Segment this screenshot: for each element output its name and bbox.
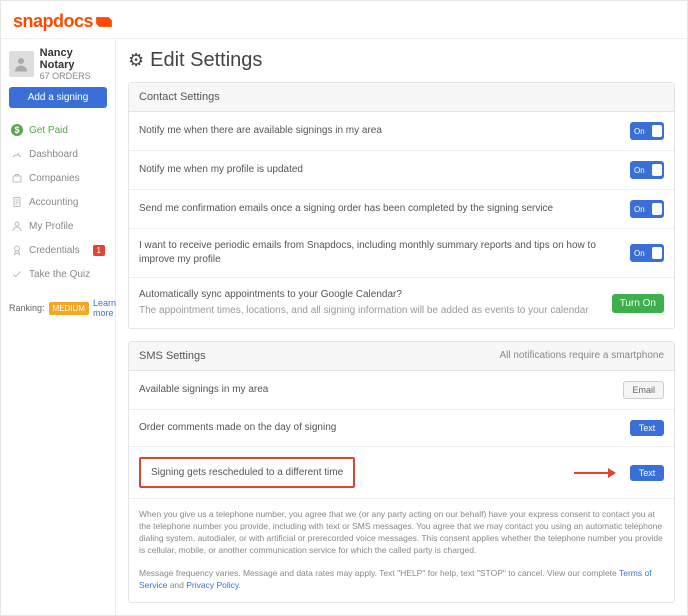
panel-head: Contact Settings	[129, 83, 674, 112]
check-icon	[11, 268, 23, 280]
dollar-icon: $	[11, 124, 23, 136]
calendar-sync-row: Automatically sync appointments to your …	[129, 278, 674, 328]
sms-settings-panel: SMS Settings All notifications require a…	[128, 341, 675, 603]
panel-title: Contact Settings	[139, 91, 220, 103]
calendar-title: Automatically sync appointments to your …	[139, 288, 604, 302]
legal-text: When you give us a telephone number, you…	[129, 499, 674, 602]
sms-row: Order comments made on the day of signin…	[129, 410, 674, 447]
badge-icon	[11, 244, 23, 256]
sidebar-item-label: Take the Quiz	[29, 269, 90, 280]
privacy-link[interactable]: Privacy Policy	[186, 580, 238, 590]
sms-row: Available signings in my area Email	[129, 371, 674, 410]
gear-icon: ⚙	[128, 50, 144, 71]
logo-icon	[95, 14, 113, 30]
sidebar-item-dashboard[interactable]: Dashboard	[9, 142, 107, 166]
setting-text: Send me confirmation emails once a signi…	[139, 202, 622, 216]
setting-text: I want to receive periodic emails from S…	[139, 239, 622, 267]
text-button[interactable]: Text	[630, 420, 664, 436]
nav: $ Get Paid Dashboard Companies Accountin…	[9, 118, 107, 286]
sidebar: Nancy Notary 67 ORDERS Add a signing $ G…	[1, 39, 116, 615]
setting-text: Notify me when my profile is updated	[139, 163, 622, 177]
toggle-on[interactable]: On	[630, 244, 664, 262]
avatar	[9, 51, 34, 77]
sidebar-item-label: Credentials	[29, 245, 80, 256]
logo[interactable]: snapdocs	[13, 11, 675, 32]
sidebar-item-companies[interactable]: Companies	[9, 166, 107, 190]
page-title: ⚙ Edit Settings	[128, 49, 675, 72]
main: ⚙ Edit Settings Contact Settings Notify …	[116, 39, 687, 615]
toggle-on[interactable]: On	[630, 122, 664, 140]
sidebar-item-my-profile[interactable]: My Profile	[9, 214, 107, 238]
panel-meta: All notifications require a smartphone	[499, 350, 664, 362]
setting-row: Notify me when my profile is updated On	[129, 151, 674, 190]
user-name: Nancy Notary	[40, 47, 107, 71]
toggle-on[interactable]: On	[630, 200, 664, 218]
learn-more-link[interactable]: Learn more	[93, 298, 116, 318]
sidebar-item-label: Dashboard	[29, 149, 78, 160]
sidebar-item-credentials[interactable]: Credentials 1	[9, 238, 107, 262]
credentials-badge: 1	[93, 245, 105, 256]
sidebar-item-label: Accounting	[29, 197, 78, 208]
legal-paragraph-1: When you give us a telephone number, you…	[139, 509, 664, 557]
sidebar-item-label: Get Paid	[29, 125, 68, 136]
setting-row: I want to receive periodic emails from S…	[129, 229, 674, 278]
panel-head: SMS Settings All notifications require a…	[129, 342, 674, 371]
gauge-icon	[11, 148, 23, 160]
logo-text: snapdocs	[13, 11, 93, 32]
highlight-annotation: Signing gets rescheduled to a different …	[139, 457, 355, 488]
sms-row-highlighted: Signing gets rescheduled to a different …	[129, 447, 674, 499]
sidebar-item-accounting[interactable]: Accounting	[9, 190, 107, 214]
sms-text: Order comments made on the day of signin…	[139, 421, 622, 435]
setting-text: Notify me when there are available signi…	[139, 124, 622, 138]
panel-title: SMS Settings	[139, 350, 206, 362]
page-title-text: Edit Settings	[150, 49, 262, 72]
sidebar-item-label: My Profile	[29, 221, 73, 232]
ranking-badge: MEDIUM	[49, 302, 89, 315]
sms-text: Signing gets rescheduled to a different …	[151, 467, 343, 478]
ranking: Ranking: MEDIUM Learn more	[9, 298, 107, 318]
arrow-annotation	[564, 472, 624, 474]
document-icon	[11, 196, 23, 208]
user-block: Nancy Notary 67 ORDERS	[9, 47, 107, 81]
sidebar-item-label: Companies	[29, 173, 80, 184]
person-icon	[11, 220, 23, 232]
sidebar-item-take-quiz[interactable]: Take the Quiz	[9, 262, 107, 286]
ranking-label: Ranking:	[9, 303, 45, 313]
toggle-on[interactable]: On	[630, 161, 664, 179]
briefcase-icon	[11, 172, 23, 184]
sidebar-item-get-paid[interactable]: $ Get Paid	[9, 118, 107, 142]
add-signing-button[interactable]: Add a signing	[9, 87, 107, 108]
legal-paragraph-2: Message frequency varies. Message and da…	[139, 568, 664, 592]
turn-on-button[interactable]: Turn On	[612, 294, 664, 313]
sms-text: Available signings in my area	[139, 383, 615, 397]
header: snapdocs	[1, 1, 687, 39]
setting-row: Send me confirmation emails once a signi…	[129, 190, 674, 229]
text-button[interactable]: Text	[630, 465, 664, 481]
email-button[interactable]: Email	[623, 381, 664, 399]
calendar-subtitle: The appointment times, locations, and al…	[139, 304, 604, 318]
user-orders: 67 ORDERS	[40, 71, 107, 81]
setting-row: Notify me when there are available signi…	[129, 112, 674, 151]
contact-settings-panel: Contact Settings Notify me when there ar…	[128, 82, 675, 329]
